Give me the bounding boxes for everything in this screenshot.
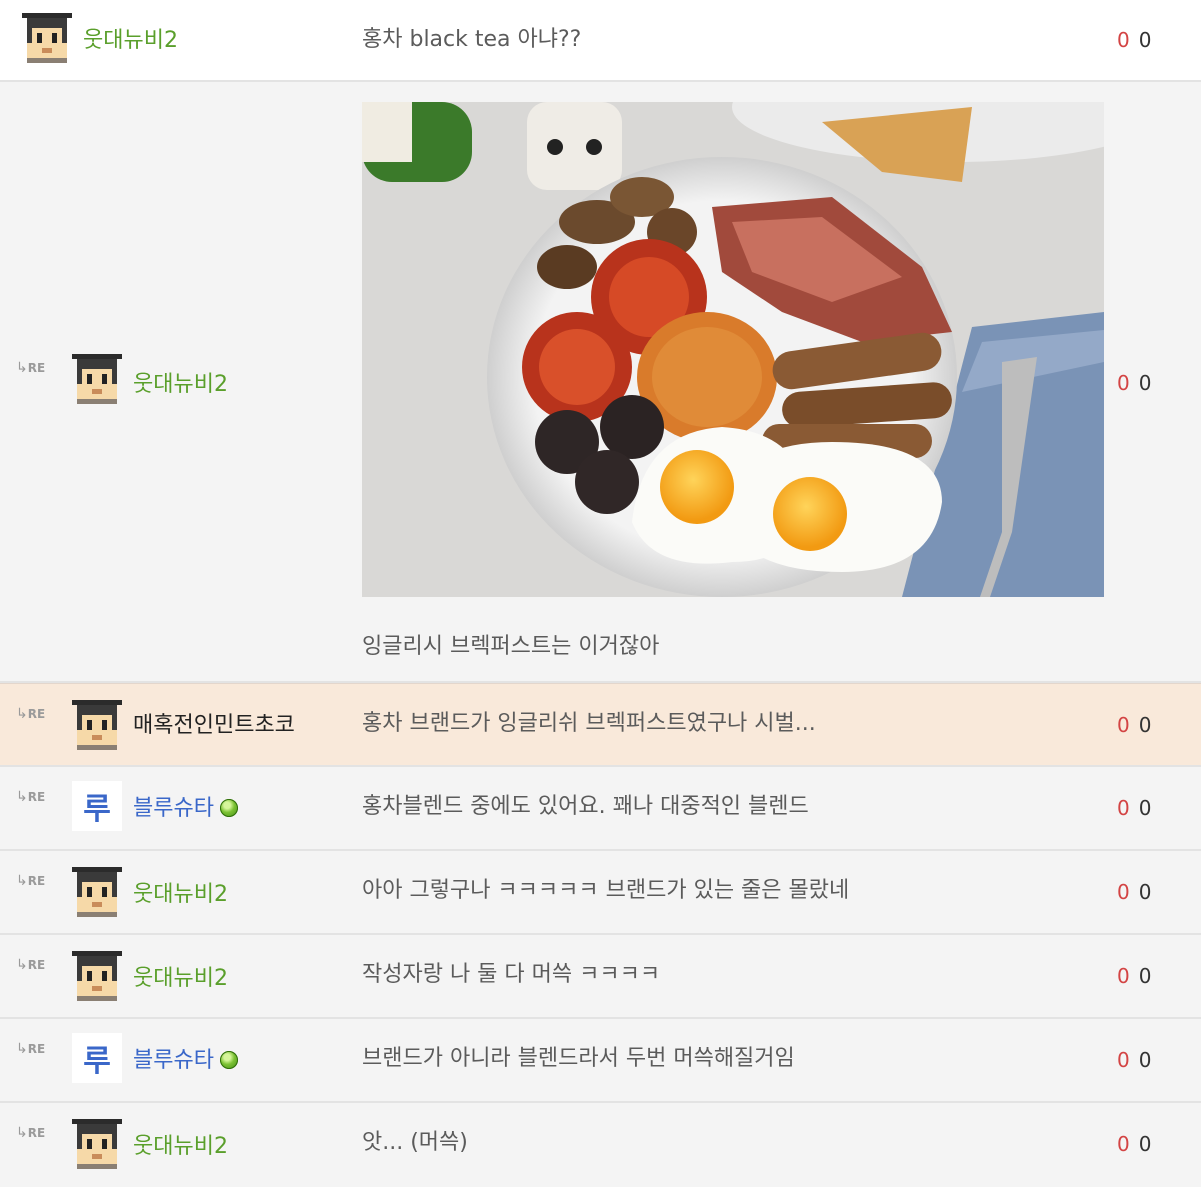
comment-row: ↳RE 웃대뉴비2 아아 그렇구나 ㅋㅋㅋㅋㅋ 브랜드가 있는 줄은 몰랐네 0… (0, 851, 1201, 935)
upvote-count[interactable]: 0 (1117, 796, 1130, 820)
downvote-count[interactable]: 0 (1139, 1132, 1152, 1156)
vote-counts: 00 (1117, 711, 1151, 739)
avatar[interactable] (72, 867, 122, 917)
comment-text: 홍차블렌드 중에도 있어요. 꽤나 대중적인 블렌드 (362, 794, 809, 819)
nickname[interactable]: 웃대뉴비2 (133, 1133, 228, 1161)
vote-counts: 00 (1117, 962, 1151, 990)
reply-arrow-icon: ↳ (16, 957, 28, 973)
reply-arrow-icon: ↳ (16, 1041, 28, 1057)
downvote-count[interactable]: 0 (1139, 880, 1152, 904)
vote-counts: 00 (1117, 1130, 1151, 1158)
reply-marker: ↳RE (16, 873, 46, 889)
comment-list: 웃대뉴비2 홍차 black tea 아냐?? 00 ↳RE 웃대뉴비2 잉글리… (0, 0, 1201, 1187)
comment-text: 작성자랑 나 둘 다 머쓱 ㅋㅋㅋㅋ (362, 962, 661, 987)
comment-text: 아아 그렇구나 ㅋㅋㅋㅋㅋ 브랜드가 있는 줄은 몰랐네 (362, 878, 850, 903)
nickname[interactable]: 블루슈타 (133, 1047, 238, 1075)
comment-text: 앗... (머쓱) (362, 1130, 468, 1155)
nickname[interactable]: 웃대뉴비2 (133, 965, 228, 993)
avatar[interactable] (72, 1119, 122, 1169)
avatar[interactable] (22, 13, 72, 63)
comment-text: 홍차 black tea 아냐?? (362, 27, 582, 52)
vote-counts: 00 (1117, 1046, 1151, 1074)
reply-marker: ↳RE (16, 1125, 46, 1141)
upvote-count[interactable]: 0 (1117, 28, 1130, 52)
nickname[interactable]: 블루슈타 (133, 795, 238, 823)
reply-arrow-icon: ↳ (16, 1125, 28, 1141)
vote-counts: 00 (1117, 26, 1151, 54)
comment-row: ↳RE 웃대뉴비2 앗... (머쓱) 00 (0, 1103, 1201, 1187)
downvote-count[interactable]: 0 (1139, 964, 1152, 988)
comment-text: 홍차 브랜드가 잉글리쉬 브렉퍼스트였구나 시벌... (362, 711, 816, 736)
avatar-glyph: 루 (83, 1044, 111, 1079)
downvote-count[interactable]: 0 (1139, 713, 1152, 737)
downvote-count[interactable]: 0 (1139, 1048, 1152, 1072)
downvote-count[interactable]: 0 (1139, 796, 1152, 820)
avatar[interactable]: 루 (72, 781, 122, 831)
vote-counts: 00 (1117, 369, 1151, 397)
comment-row: ↳RE 웃대뉴비2 잉글리시 브렉퍼스트는 이거잖아 0 0 (0, 82, 1201, 683)
nickname[interactable]: 웃대뉴비2 (83, 27, 178, 55)
level-badge-icon (219, 1051, 238, 1069)
reply-marker: ↳RE (16, 789, 46, 805)
nickname[interactable]: 웃대뉴비2 (133, 881, 228, 909)
comment-row: ↳RE 루 블루슈타 홍차블렌드 중에도 있어요. 꽤나 대중적인 블렌드 00 (0, 767, 1201, 851)
reply-marker: ↳RE (16, 706, 46, 722)
nickname[interactable]: 웃대뉴비2 (133, 371, 228, 399)
comment-row: ↳RE 루 블루슈타 브랜드가 아니라 블렌드라서 두번 머쓱해질거임 00 (0, 1019, 1201, 1103)
level-badge-icon (219, 799, 238, 817)
comment-row: ↳RE 웃대뉴비2 작성자랑 나 둘 다 머쓱 ㅋㅋㅋㅋ 00 (0, 935, 1201, 1019)
avatar[interactable] (72, 354, 122, 404)
upvote-count[interactable]: 0 (1117, 1132, 1130, 1156)
reply-arrow-icon: ↳ (16, 360, 28, 376)
reply-arrow-icon: ↳ (16, 789, 28, 805)
downvote-count[interactable]: 0 (1139, 28, 1152, 52)
avatar[interactable]: 루 (72, 1033, 122, 1083)
comment-row: ↳RE 매혹전인민트초코 홍차 브랜드가 잉글리쉬 브렉퍼스트였구나 시벌...… (0, 683, 1201, 767)
reply-arrow-icon: ↳ (16, 706, 28, 722)
comment-text: 브랜드가 아니라 블렌드라서 두번 머쓱해질거임 (362, 1046, 795, 1071)
nickname[interactable]: 매혹전인민트초코 (133, 712, 295, 740)
comment-text: 잉글리시 브렉퍼스트는 이거잖아 (362, 634, 660, 659)
comment-row: 웃대뉴비2 홍차 black tea 아냐?? 00 (0, 0, 1201, 82)
vote-counts: 00 (1117, 878, 1151, 906)
avatar-glyph: 루 (83, 792, 111, 827)
downvote-count[interactable]: 0 (1139, 371, 1152, 395)
upvote-count[interactable]: 0 (1117, 1048, 1130, 1072)
reply-marker: ↳RE (16, 957, 46, 973)
upvote-count[interactable]: 0 (1117, 371, 1130, 395)
avatar[interactable] (72, 951, 122, 1001)
upvote-count[interactable]: 0 (1117, 880, 1130, 904)
upvote-count[interactable]: 0 (1117, 964, 1130, 988)
upvote-count[interactable]: 0 (1117, 713, 1130, 737)
reply-arrow-icon: ↳ (16, 873, 28, 889)
vote-counts: 00 (1117, 794, 1151, 822)
food-photo[interactable] (362, 102, 1104, 597)
avatar[interactable] (72, 700, 122, 750)
reply-marker: ↳RE (16, 1041, 46, 1057)
reply-marker: ↳RE (16, 360, 46, 376)
